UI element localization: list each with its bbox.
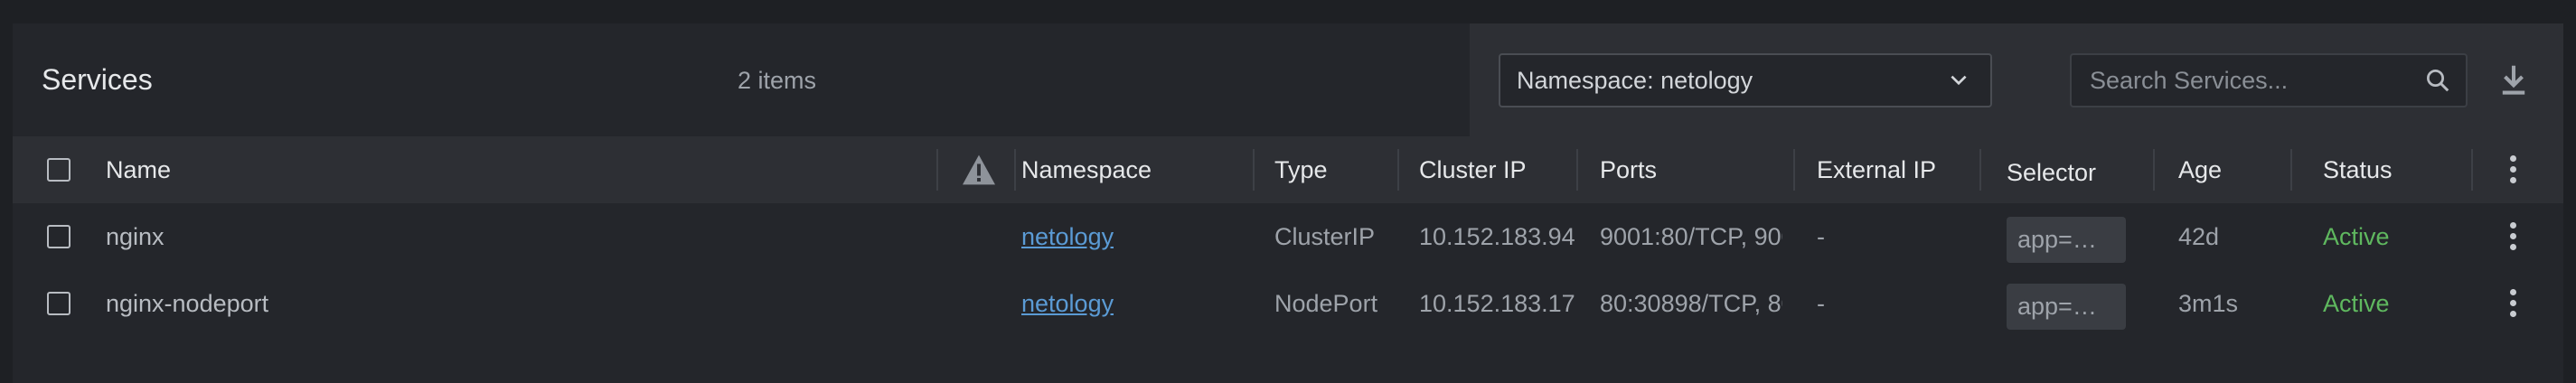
services-header: Services 2 items Namespace: netology [13, 23, 2563, 136]
column-menu-icon[interactable] [2508, 155, 2517, 186]
namespace-link[interactable]: netology [1021, 270, 1114, 337]
warning-icon [963, 154, 995, 185]
selector-cell: app=my... [2007, 203, 2126, 270]
ports: 9001:80/TCP, 900 [1600, 222, 1782, 250]
row-menu-icon[interactable] [2508, 289, 2517, 320]
external-ip: - [1817, 289, 1825, 317]
column-resizer[interactable] [1397, 149, 1399, 191]
service-name: nginx-nodeport [106, 289, 269, 317]
column-cluster-ip[interactable]: Cluster IP [1419, 136, 1527, 203]
column-namespace[interactable]: Namespace [1021, 136, 1152, 203]
service-name: nginx [106, 222, 165, 250]
download-icon[interactable] [2498, 63, 2529, 98]
table-row[interactable]: nginx-nodeport netology NodePort 10.152.… [13, 270, 2563, 337]
page-title: Services [42, 63, 153, 96]
column-age[interactable]: Age [2178, 136, 2222, 203]
table-header: Name Namespace Type Cluster IP Ports Ext… [13, 136, 2563, 203]
status-badge: Active [2323, 289, 2390, 317]
column-resizer[interactable] [1793, 149, 1795, 191]
column-type[interactable]: Type [1274, 136, 1328, 203]
column-resizer[interactable] [1979, 149, 1981, 191]
column-resizer[interactable] [2153, 149, 2155, 191]
column-selector[interactable]: Selector [2007, 136, 2096, 203]
namespace-link[interactable]: netology [1021, 203, 1114, 270]
column-resizer[interactable] [936, 149, 938, 191]
search-icon[interactable] [2424, 67, 2451, 94]
selector-badge[interactable]: app=my... [2007, 283, 2126, 330]
column-resizer[interactable] [1576, 149, 1578, 191]
service-type: NodePort [1274, 289, 1378, 317]
column-status[interactable]: Status [2323, 136, 2393, 203]
warning-column [947, 136, 1011, 203]
column-ports[interactable]: Ports [1600, 136, 1657, 203]
search-input[interactable] [2088, 65, 2424, 96]
cluster-ip: 10.152.183.94 [1419, 222, 1575, 250]
namespace-select-label: Namespace: netology [1517, 66, 1753, 94]
ports: 80:30898/TCP, 80 [1600, 289, 1782, 317]
age: 42d [2178, 222, 2220, 250]
select-all-checkbox[interactable] [47, 158, 71, 182]
column-resizer[interactable] [1014, 149, 1016, 191]
table-row[interactable]: nginx netology ClusterIP 10.152.183.94 9… [13, 203, 2563, 270]
row-checkbox[interactable] [47, 225, 71, 248]
column-resizer[interactable] [2290, 149, 2292, 191]
item-count: 2 items [738, 67, 817, 94]
namespace-select[interactable]: Namespace: netology [1499, 53, 1992, 107]
column-resizer[interactable] [1253, 149, 1255, 191]
status-badge: Active [2323, 222, 2390, 250]
column-name[interactable]: Name [106, 136, 171, 203]
row-checkbox[interactable] [47, 292, 71, 315]
selector-badge[interactable]: app=my... [2007, 216, 2126, 263]
search-services [2070, 53, 2468, 107]
row-menu-icon[interactable] [2508, 222, 2517, 253]
external-ip: - [1817, 222, 1825, 250]
age: 3m1s [2178, 289, 2239, 317]
service-type: ClusterIP [1274, 222, 1376, 250]
column-resizer[interactable] [2471, 149, 2473, 191]
chevron-down-icon [1951, 75, 1967, 86]
column-external-ip[interactable]: External IP [1817, 136, 1936, 203]
services-panel: Services 2 items Namespace: netology Nam… [13, 23, 2563, 383]
selector-cell: app=my... [2007, 270, 2126, 337]
cluster-ip: 10.152.183.17 [1419, 289, 1575, 317]
